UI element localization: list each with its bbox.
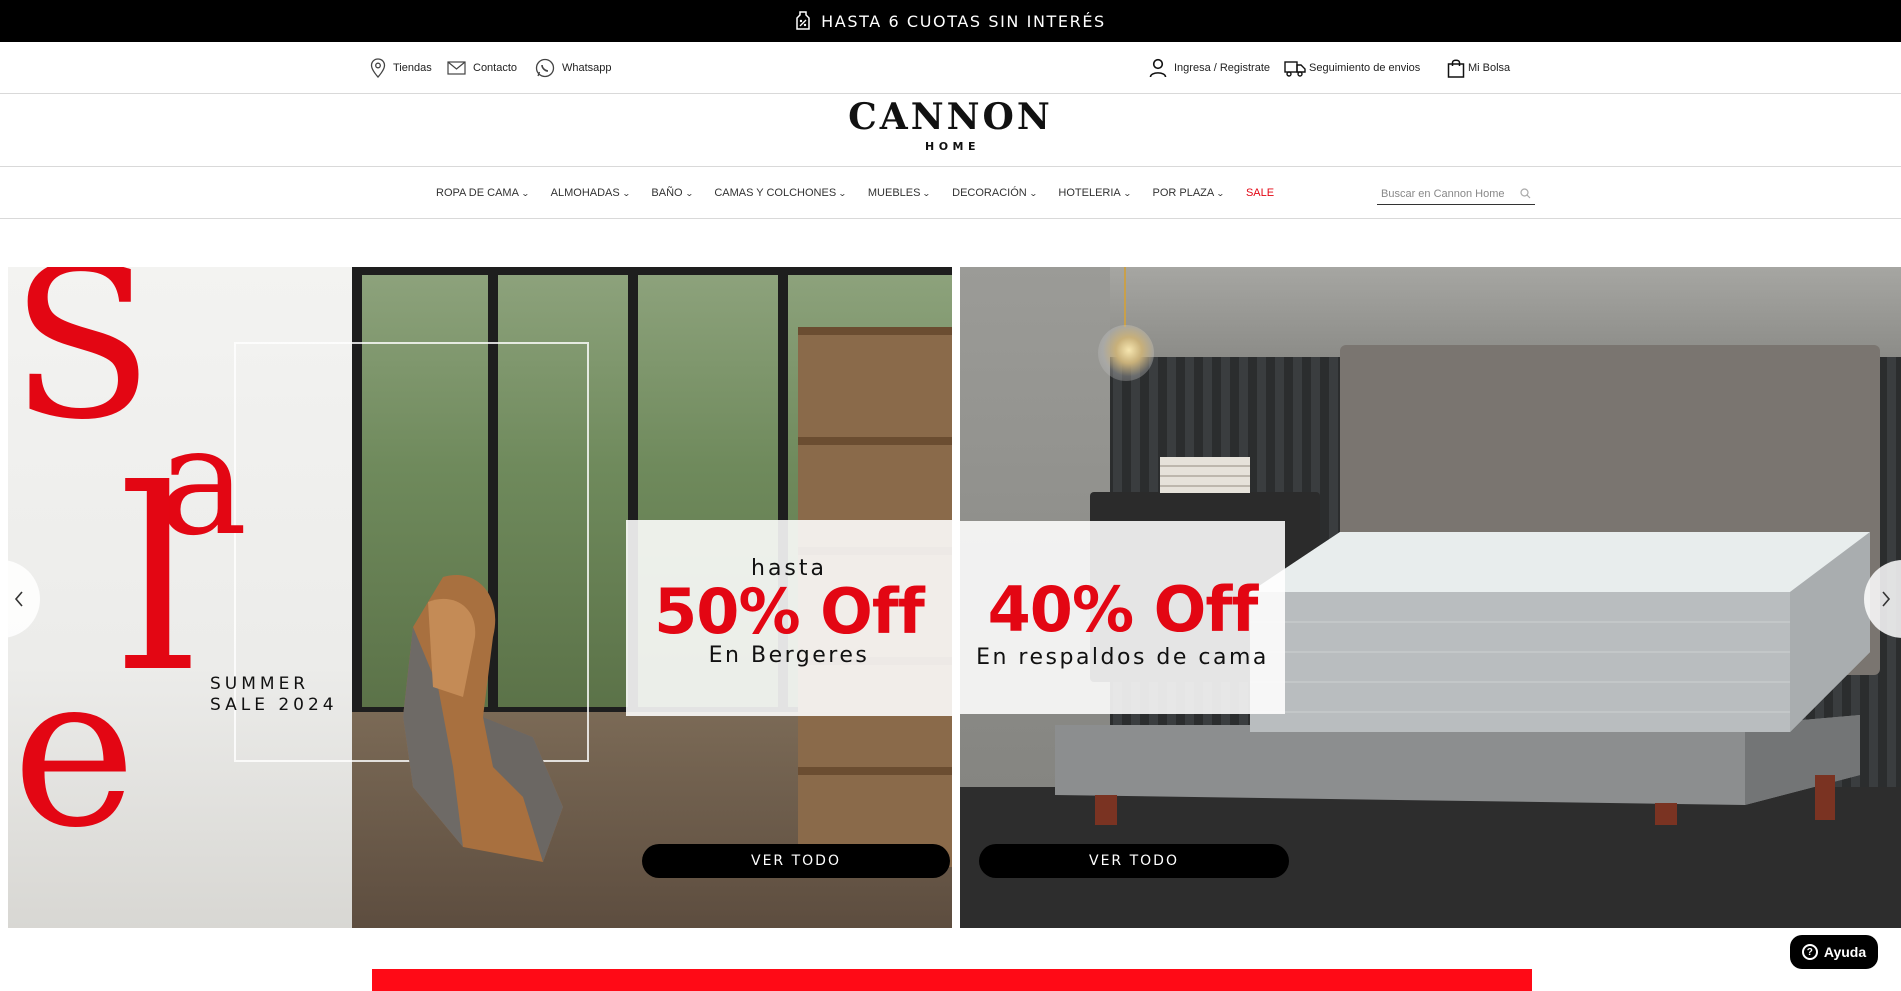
chevron-down-icon: ⌄ bbox=[838, 188, 847, 198]
location-pin-icon bbox=[370, 58, 386, 78]
search-icon[interactable] bbox=[1520, 188, 1531, 199]
contact-label: Contacto bbox=[473, 62, 518, 74]
concrete-wall-top bbox=[1110, 267, 1901, 357]
envelope-icon bbox=[447, 61, 466, 75]
contact-link[interactable]: Contacto bbox=[447, 42, 517, 94]
window-frame bbox=[352, 267, 952, 275]
promo-percent: 50% Off bbox=[654, 575, 925, 648]
pendant-lamp bbox=[1098, 325, 1154, 381]
shipment-tracking-link[interactable]: Seguimiento de envios bbox=[1284, 42, 1420, 94]
chevron-down-icon: ⌄ bbox=[1028, 188, 1038, 198]
summer-line-1: SUMMER bbox=[210, 674, 310, 694]
cannon-home-logo[interactable]: CANNON HOME bbox=[0, 96, 1901, 153]
massage-chair-image bbox=[403, 575, 563, 862]
book-stack bbox=[1160, 457, 1250, 493]
nav-label: ALMOHADAS bbox=[550, 187, 620, 199]
search-bar bbox=[1377, 183, 1535, 205]
promo-description: En respaldos de cama bbox=[976, 645, 1269, 670]
shopping-bag-link[interactable]: Mi Bolsa bbox=[1447, 42, 1510, 94]
hero-banner-bergeres[interactable]: S a l e SUMMER SALE 2024 hasta 50% Off E… bbox=[8, 267, 952, 928]
whatsapp-label: Whatsapp bbox=[562, 62, 612, 74]
chevron-left-icon bbox=[14, 591, 23, 607]
percent-tag-icon bbox=[796, 11, 810, 30]
nav-hoteleria[interactable]: HOTELERIA ⌄ bbox=[1058, 187, 1132, 199]
stores-label: Tiendas bbox=[393, 62, 432, 74]
hero-banner-respaldos[interactable]: 40% Off En respaldos de cama VER TODO bbox=[960, 267, 1901, 928]
promo-box-respaldos: 40% Off En respaldos de cama bbox=[960, 521, 1285, 714]
chevron-down-icon: ⌄ bbox=[922, 188, 932, 198]
nav-label: HOTELERIA bbox=[1058, 187, 1121, 199]
nav-ropa-de-cama[interactable]: ROPA DE CAMA ⌄ bbox=[436, 187, 530, 199]
lamp-cord bbox=[1124, 267, 1126, 327]
nav-label: CAMAS Y COLCHONES bbox=[714, 187, 837, 199]
summer-line-2: SALE 2024 bbox=[210, 695, 338, 715]
nav-label: DECORACIÓN bbox=[952, 187, 1027, 199]
chevron-down-icon: ⌄ bbox=[621, 188, 631, 198]
search-input[interactable] bbox=[1381, 187, 1516, 200]
whatsapp-link[interactable]: Whatsapp bbox=[535, 42, 612, 94]
utility-bar: Tiendas Contacto Whatsapp Ingresa / Regi… bbox=[0, 42, 1901, 94]
page-root: HASTA 6 CUOTAS SIN INTERÉS Tiendas Conta… bbox=[0, 0, 1901, 991]
shopping-bag-icon bbox=[1447, 59, 1465, 78]
user-icon bbox=[1149, 58, 1167, 78]
logo-bar: CANNON HOME bbox=[0, 94, 1901, 167]
nav-label: MUEBLES bbox=[867, 187, 921, 199]
promo-box-bergeres: hasta 50% Off En Bergeres bbox=[626, 520, 952, 716]
nav-label: BAÑO bbox=[651, 187, 683, 199]
login-link[interactable]: Ingresa / Registrate bbox=[1149, 42, 1270, 94]
nav-por-plaza[interactable]: POR PLAZA ⌄ bbox=[1152, 187, 1225, 199]
chevron-down-icon: ⌄ bbox=[520, 188, 530, 198]
sale-letter-s: S bbox=[10, 267, 154, 466]
nav-muebles[interactable]: MUEBLES ⌄ bbox=[867, 187, 932, 199]
nav-label: ROPA DE CAMA bbox=[436, 187, 519, 199]
logo-subtitle: HOME bbox=[924, 139, 981, 153]
nav-bano[interactable]: BAÑO ⌄ bbox=[651, 187, 694, 199]
chevron-down-icon: ⌄ bbox=[1216, 188, 1225, 198]
sale-letter-e: e bbox=[12, 629, 137, 874]
summer-sale-label: SUMMER SALE 2024 bbox=[210, 674, 338, 716]
ver-todo-respaldos-button[interactable]: VER TODO bbox=[979, 844, 1289, 878]
stores-link[interactable]: Tiendas bbox=[370, 42, 432, 94]
main-nav: ROPA DE CAMA ⌄ ALMOHADAS ⌄ BAÑO ⌄ CAMAS Y C… bbox=[436, 167, 1274, 219]
nav-sale[interactable]: SALE bbox=[1246, 187, 1274, 199]
logo-brand: CANNON bbox=[848, 96, 1053, 138]
login-label: Ingresa / Registrate bbox=[1174, 62, 1270, 74]
nav-label: POR PLAZA bbox=[1152, 187, 1215, 199]
nav-decoracion[interactable]: DECORACIÓN ⌄ bbox=[952, 187, 1038, 199]
chevron-down-icon: ⌄ bbox=[1122, 188, 1132, 198]
announcement-text: HASTA 6 CUOTAS SIN INTERÉS bbox=[821, 11, 1106, 31]
promo-percent: 40% Off bbox=[987, 573, 1259, 646]
whatsapp-icon bbox=[535, 58, 555, 78]
help-label: Ayuda bbox=[1823, 944, 1867, 960]
shopping-bag-label: Mi Bolsa bbox=[1468, 62, 1511, 74]
ver-todo-bergeres-button[interactable]: VER TODO bbox=[642, 844, 950, 878]
help-button[interactable]: ? Ayuda bbox=[1790, 935, 1878, 969]
delivery-truck-icon bbox=[1284, 61, 1306, 77]
shipment-tracking-label: Seguimiento de envios bbox=[1309, 62, 1421, 74]
nav-almohadas[interactable]: ALMOHADAS ⌄ bbox=[550, 187, 631, 199]
nav-camas-y-colchones[interactable]: CAMAS Y COLCHONES ⌄ bbox=[714, 187, 847, 199]
red-promo-strip bbox=[372, 969, 1532, 991]
announcement-bar: HASTA 6 CUOTAS SIN INTERÉS bbox=[0, 0, 1901, 42]
question-icon: ? bbox=[1801, 944, 1818, 960]
chevron-right-icon bbox=[1882, 591, 1891, 607]
main-navigation-bar: ROPA DE CAMA ⌄ ALMOHADAS ⌄ BAÑO ⌄ CAMAS Y C… bbox=[0, 167, 1901, 219]
chevron-down-icon: ⌄ bbox=[684, 188, 694, 198]
mattress-image bbox=[1250, 532, 1870, 732]
